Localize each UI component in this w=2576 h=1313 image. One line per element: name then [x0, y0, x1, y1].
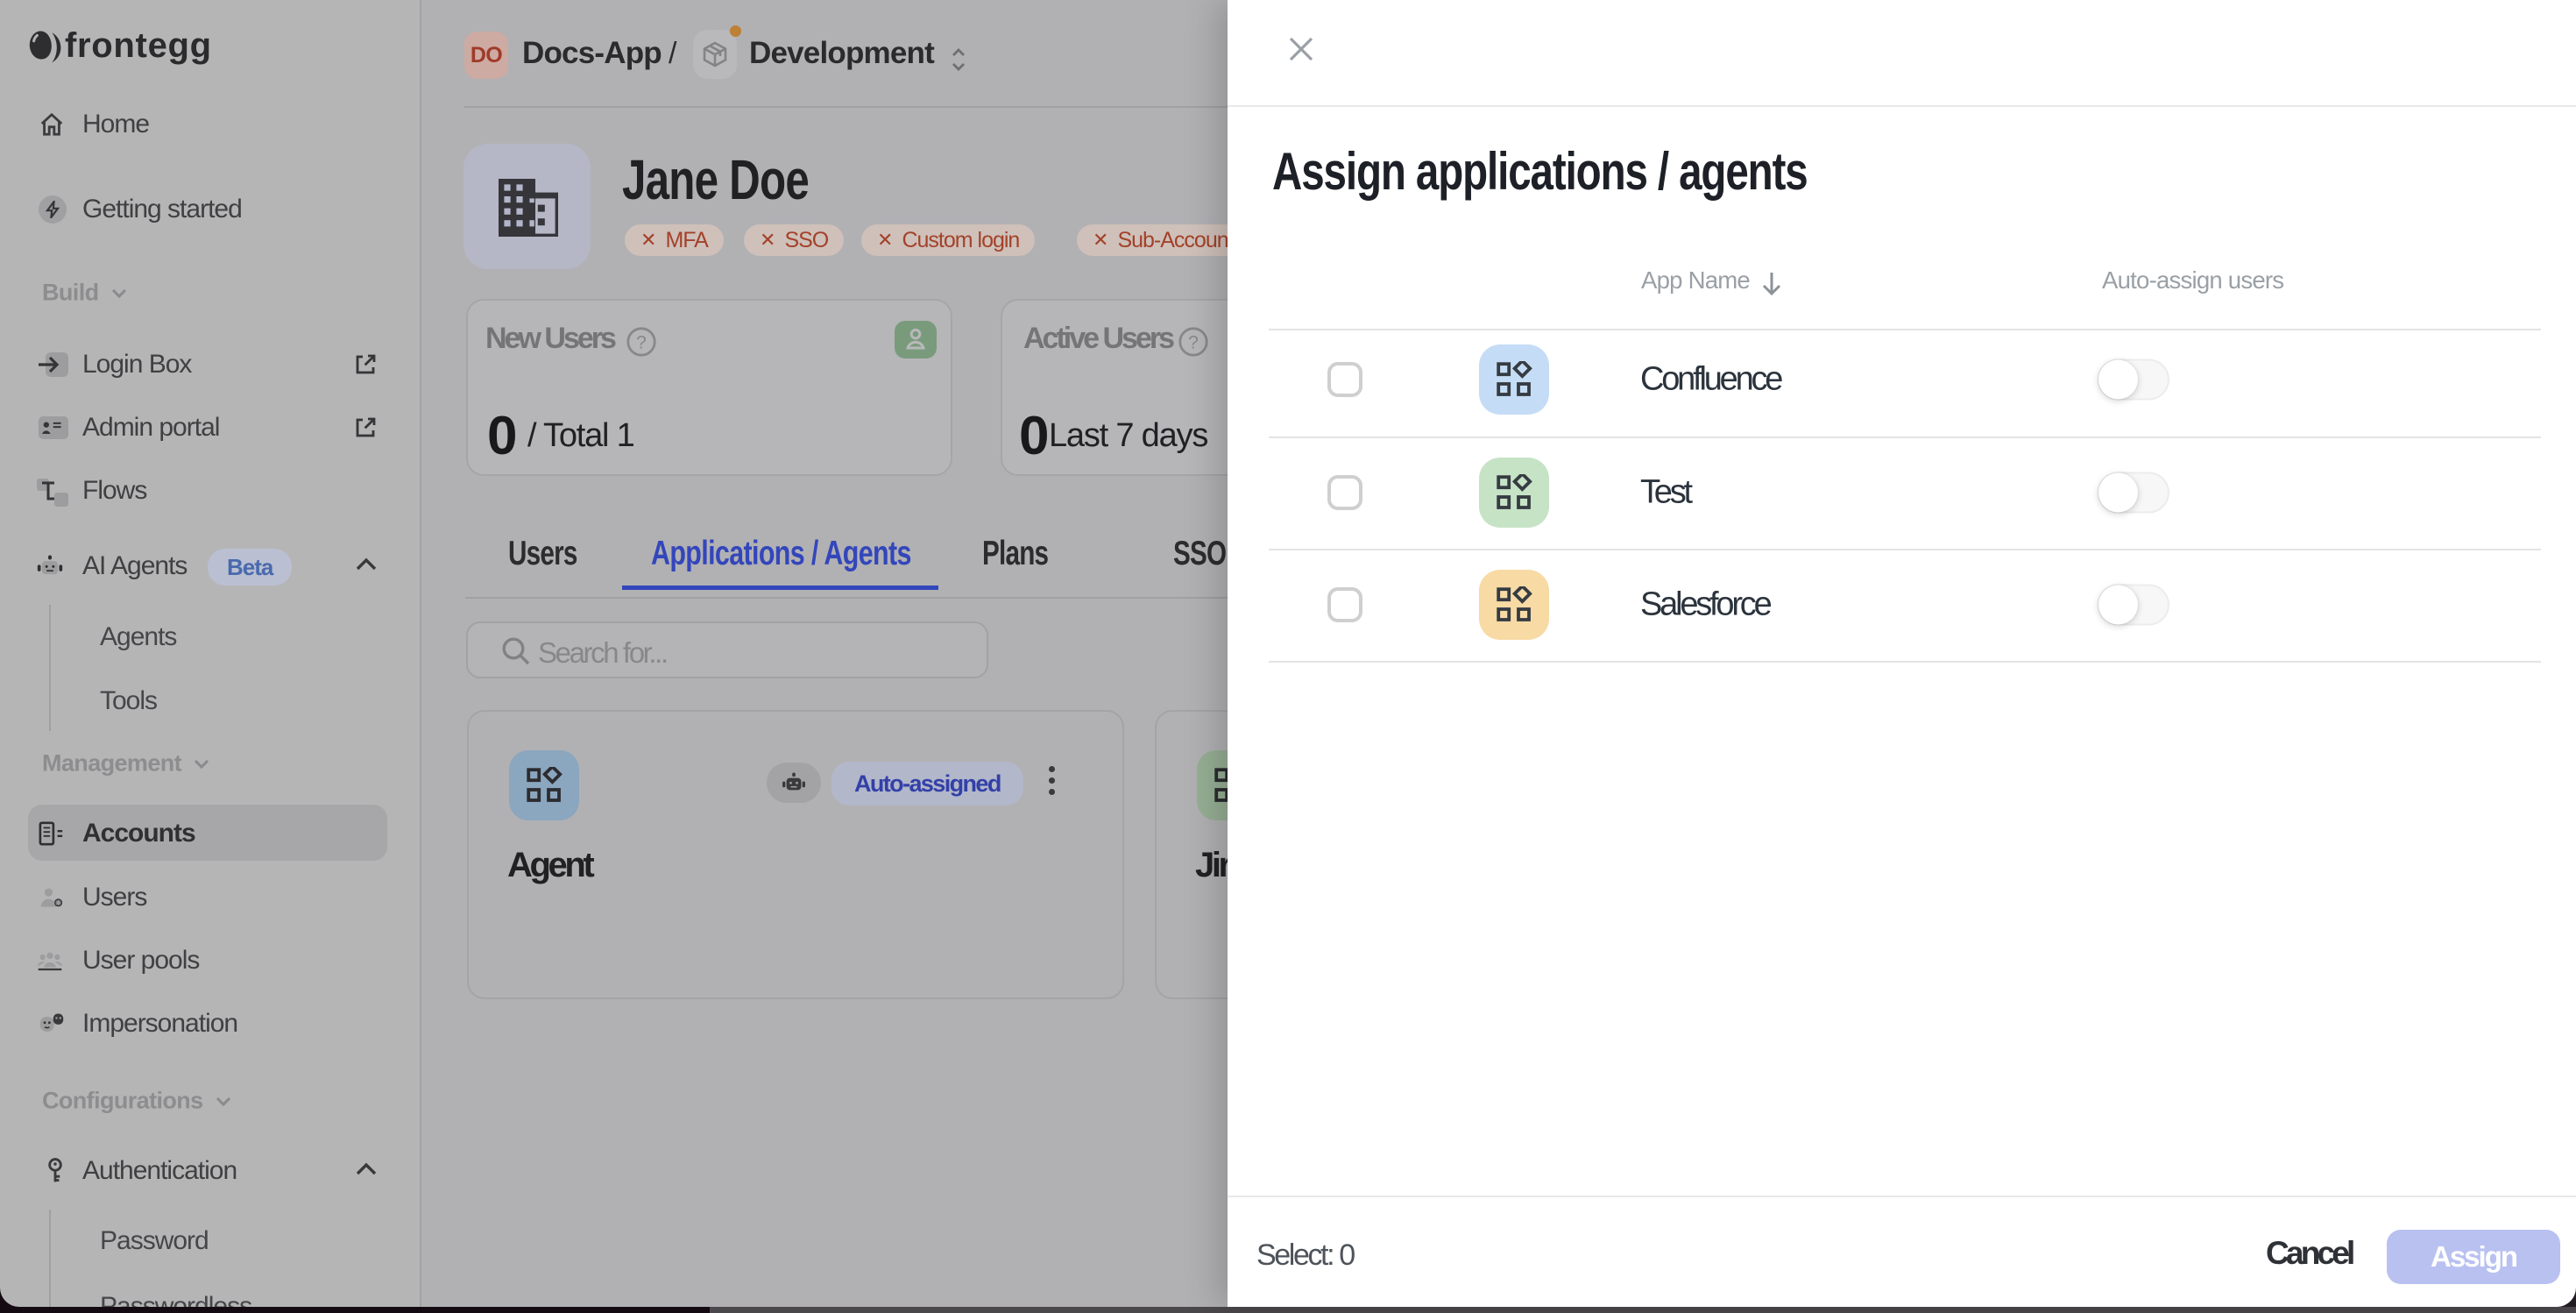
svg-text:?: ?	[636, 332, 647, 352]
svg-text:?: ?	[1188, 332, 1199, 352]
